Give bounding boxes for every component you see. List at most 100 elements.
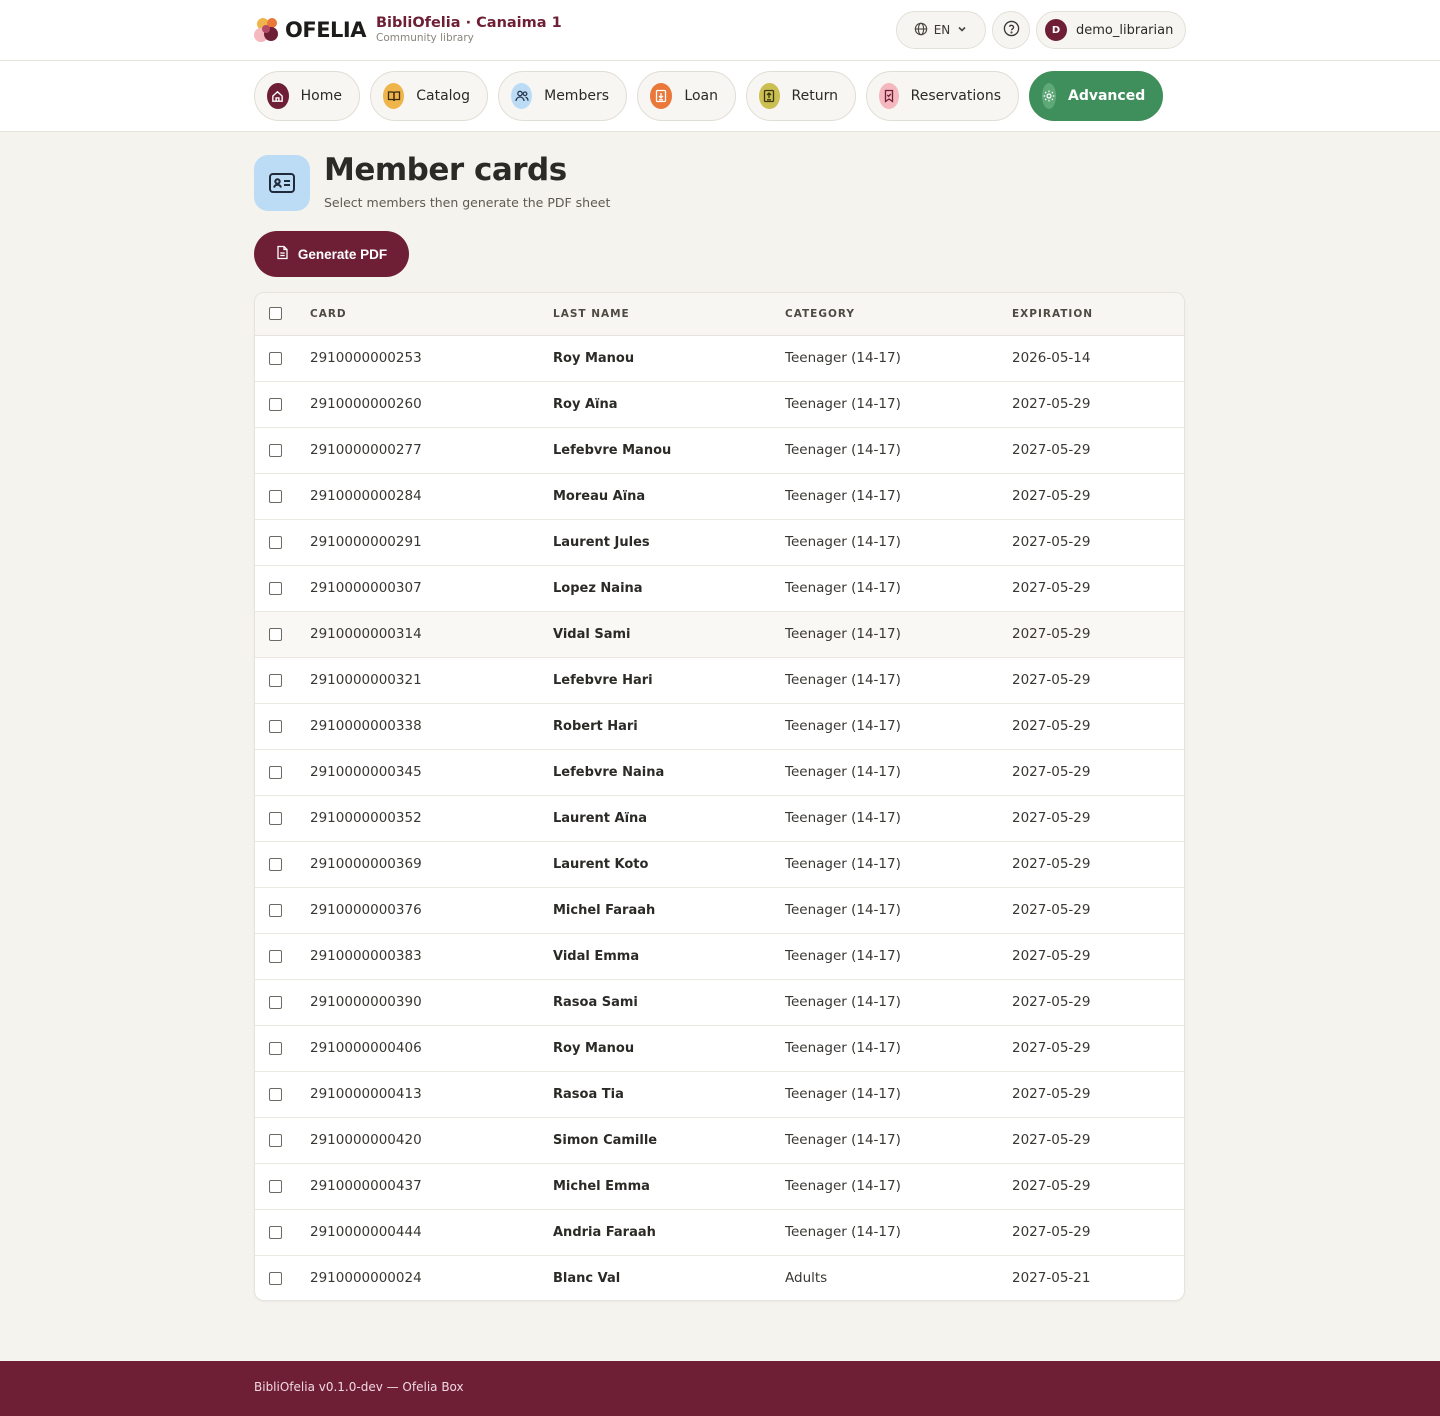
expiration-date: 2027-05-29 [1012,611,1184,658]
member-table: CARD LAST NAME CATEGORY EXPIRATION 29100… [254,292,1185,1301]
column-last-name[interactable]: LAST NAME [553,293,785,336]
card-number: 2910000000444 [310,1209,553,1256]
page-title: Member cards [324,152,567,188]
row-checkbox[interactable] [269,995,282,1009]
member-name: Blanc Val [553,1270,621,1286]
row-checkbox[interactable] [269,1133,282,1147]
table-row[interactable]: 2910000000390 Rasoa Sami Teenager (14-17) 2… [255,979,1184,1026]
expiration-date: 2027-05-29 [1012,1025,1184,1072]
card-number: 2910000000383 [310,933,553,980]
expiration-date: 2027-05-29 [1012,979,1184,1026]
row-checkbox[interactable] [269,765,282,779]
row-checkbox[interactable] [269,949,282,963]
return-icon [759,83,780,109]
nav-advanced[interactable]: Advanced [1029,71,1163,121]
table-row[interactable]: 2910000000321 Lefebvre Hari Teenager (14-1… [255,657,1184,704]
book-icon [383,83,405,109]
member-name: Lopez Naina [553,565,785,612]
row-checkbox[interactable] [269,581,282,595]
logo-text: OFELIA [285,18,367,42]
table-row[interactable]: 2910000000413 Rasoa Tia Teenager (14-17) 20… [255,1071,1184,1118]
row-checkbox[interactable] [269,489,282,503]
table-row[interactable]: 2910000000444 Andria Faraah Teenager (14-1… [255,1209,1184,1256]
column-card[interactable]: CARD [310,293,553,336]
row-checkbox[interactable] [269,1225,282,1239]
row-checkbox[interactable] [269,535,282,549]
nav-catalog[interactable]: Catalog [370,71,488,121]
table-row[interactable]: 2910000000291 Laurent Jules Teenager (14-1… [255,519,1184,566]
table-row[interactable]: 2910000000314 Vidal Sami Teenager (14-17) 2… [255,611,1184,658]
ofelia-logo-icon [254,15,282,45]
row-checkbox[interactable] [269,627,282,641]
table-row[interactable]: 2910000000352 Laurent Aïna Teenager (14-17… [255,795,1184,842]
select-all-cell [255,293,310,336]
row-checkbox[interactable] [269,903,282,917]
home-icon [267,83,289,109]
nav-home-label: Home [300,88,342,104]
table-row[interactable]: 2910000000376 Michel Faraah Teenager (14-1… [255,887,1184,934]
help-button[interactable] [992,11,1030,49]
row-select-cell [255,979,310,1026]
member-name: Roy Manou [553,335,785,382]
table-row[interactable]: 2910000000420 Simon Camille Teenager (14-1… [255,1117,1184,1164]
expiration-date: 2027-05-29 [1012,795,1184,842]
expiration-date: 2027-05-29 [1012,657,1184,704]
row-checkbox[interactable] [269,351,282,365]
nav-members[interactable]: Members [498,71,627,121]
card-number: 2910000000024 [310,1270,422,1287]
card-number: 2910000000376 [310,887,553,934]
expiration-date: 2027-05-29 [1012,1071,1184,1118]
member-name: Moreau Aïna [553,473,785,520]
table-row[interactable]: 2910000000307 Lopez Naina Teenager (14-17)… [255,565,1184,612]
nav-reservations[interactable]: Reservations [866,71,1019,121]
table-row[interactable]: 2910000000383 Vidal Emma Teenager (14-17) 2… [255,933,1184,980]
table-row[interactable]: 2910000000406 Roy Manou Teenager (14-17) 20… [255,1025,1184,1072]
table-row[interactable]: 2910000000260 Roy Aïna Teenager (14-17) 202… [255,381,1184,428]
table-row[interactable]: 2910000000345 Lefebvre Naina Teenager (14-… [255,749,1184,796]
row-checkbox[interactable] [269,443,282,457]
language-selector[interactable]: EN [896,11,986,49]
user-menu[interactable]: D demo_librarian [1036,11,1186,49]
row-select-cell [255,1255,310,1300]
brand[interactable]: OFELIA BibliOfelia · Canaima 1 Community… [254,13,562,47]
row-checkbox[interactable] [269,397,282,411]
expiration-date: 2027-05-29 [1012,703,1184,750]
row-select-cell [255,1025,310,1072]
nav-loan[interactable]: Loan [637,71,736,121]
table-row[interactable]: 2910000000253 Roy Manou Teenager (14-17) 20… [255,335,1184,382]
table-row[interactable]: 2910000000277 Lefebvre Manou Teenager (14-… [255,427,1184,474]
row-checkbox[interactable] [269,1179,282,1193]
help-icon [1003,20,1020,41]
table-row[interactable]: 2910000000024 Blanc Val Adults 2027-05-21 [255,1255,1184,1300]
select-all-checkbox[interactable] [269,307,282,321]
card-number: 2910000000420 [310,1117,553,1164]
table-header: CARD LAST NAME CATEGORY EXPIRATION [255,293,1184,336]
generate-pdf-button[interactable]: Generate PDF [254,231,409,277]
table-row[interactable]: 2910000000369 Laurent Koto Teenager (14-17… [255,841,1184,888]
table-row[interactable]: 2910000000338 Robert Hari Teenager (14-17)… [255,703,1184,750]
brand-title: BibliOfelia · Canaima 1 [376,14,562,31]
table-row[interactable]: 2910000000284 Moreau Aïna Teenager (14-17)… [255,473,1184,520]
expiration-date: 2027-05-29 [1012,473,1184,520]
row-checkbox[interactable] [269,719,282,733]
nav-return[interactable]: Return [746,71,856,121]
id-card-icon [254,155,310,211]
table-row[interactable]: 2910000000437 Michel Emma Teenager (14-17)… [255,1163,1184,1210]
row-checkbox[interactable] [269,811,282,825]
main-nav: Home Catalog Members Loan Return Reserva… [0,61,1440,132]
users-icon [511,83,533,109]
row-checkbox[interactable] [269,673,282,687]
row-checkbox[interactable] [269,1041,282,1055]
expiration-date: 2027-05-29 [1012,749,1184,796]
nav-home[interactable]: Home [254,71,360,121]
row-select-cell [255,841,310,888]
row-checkbox[interactable] [269,1271,282,1285]
column-expiration[interactable]: EXPIRATION [1012,293,1184,336]
member-category: Teenager (14-17) [785,1209,1012,1256]
card-number: 2910000000321 [310,657,553,704]
username: demo_librarian [1076,22,1174,38]
column-category[interactable]: CATEGORY [785,293,1012,336]
row-checkbox[interactable] [269,857,282,871]
card-number: 2910000000437 [310,1163,553,1210]
row-checkbox[interactable] [269,1087,282,1101]
